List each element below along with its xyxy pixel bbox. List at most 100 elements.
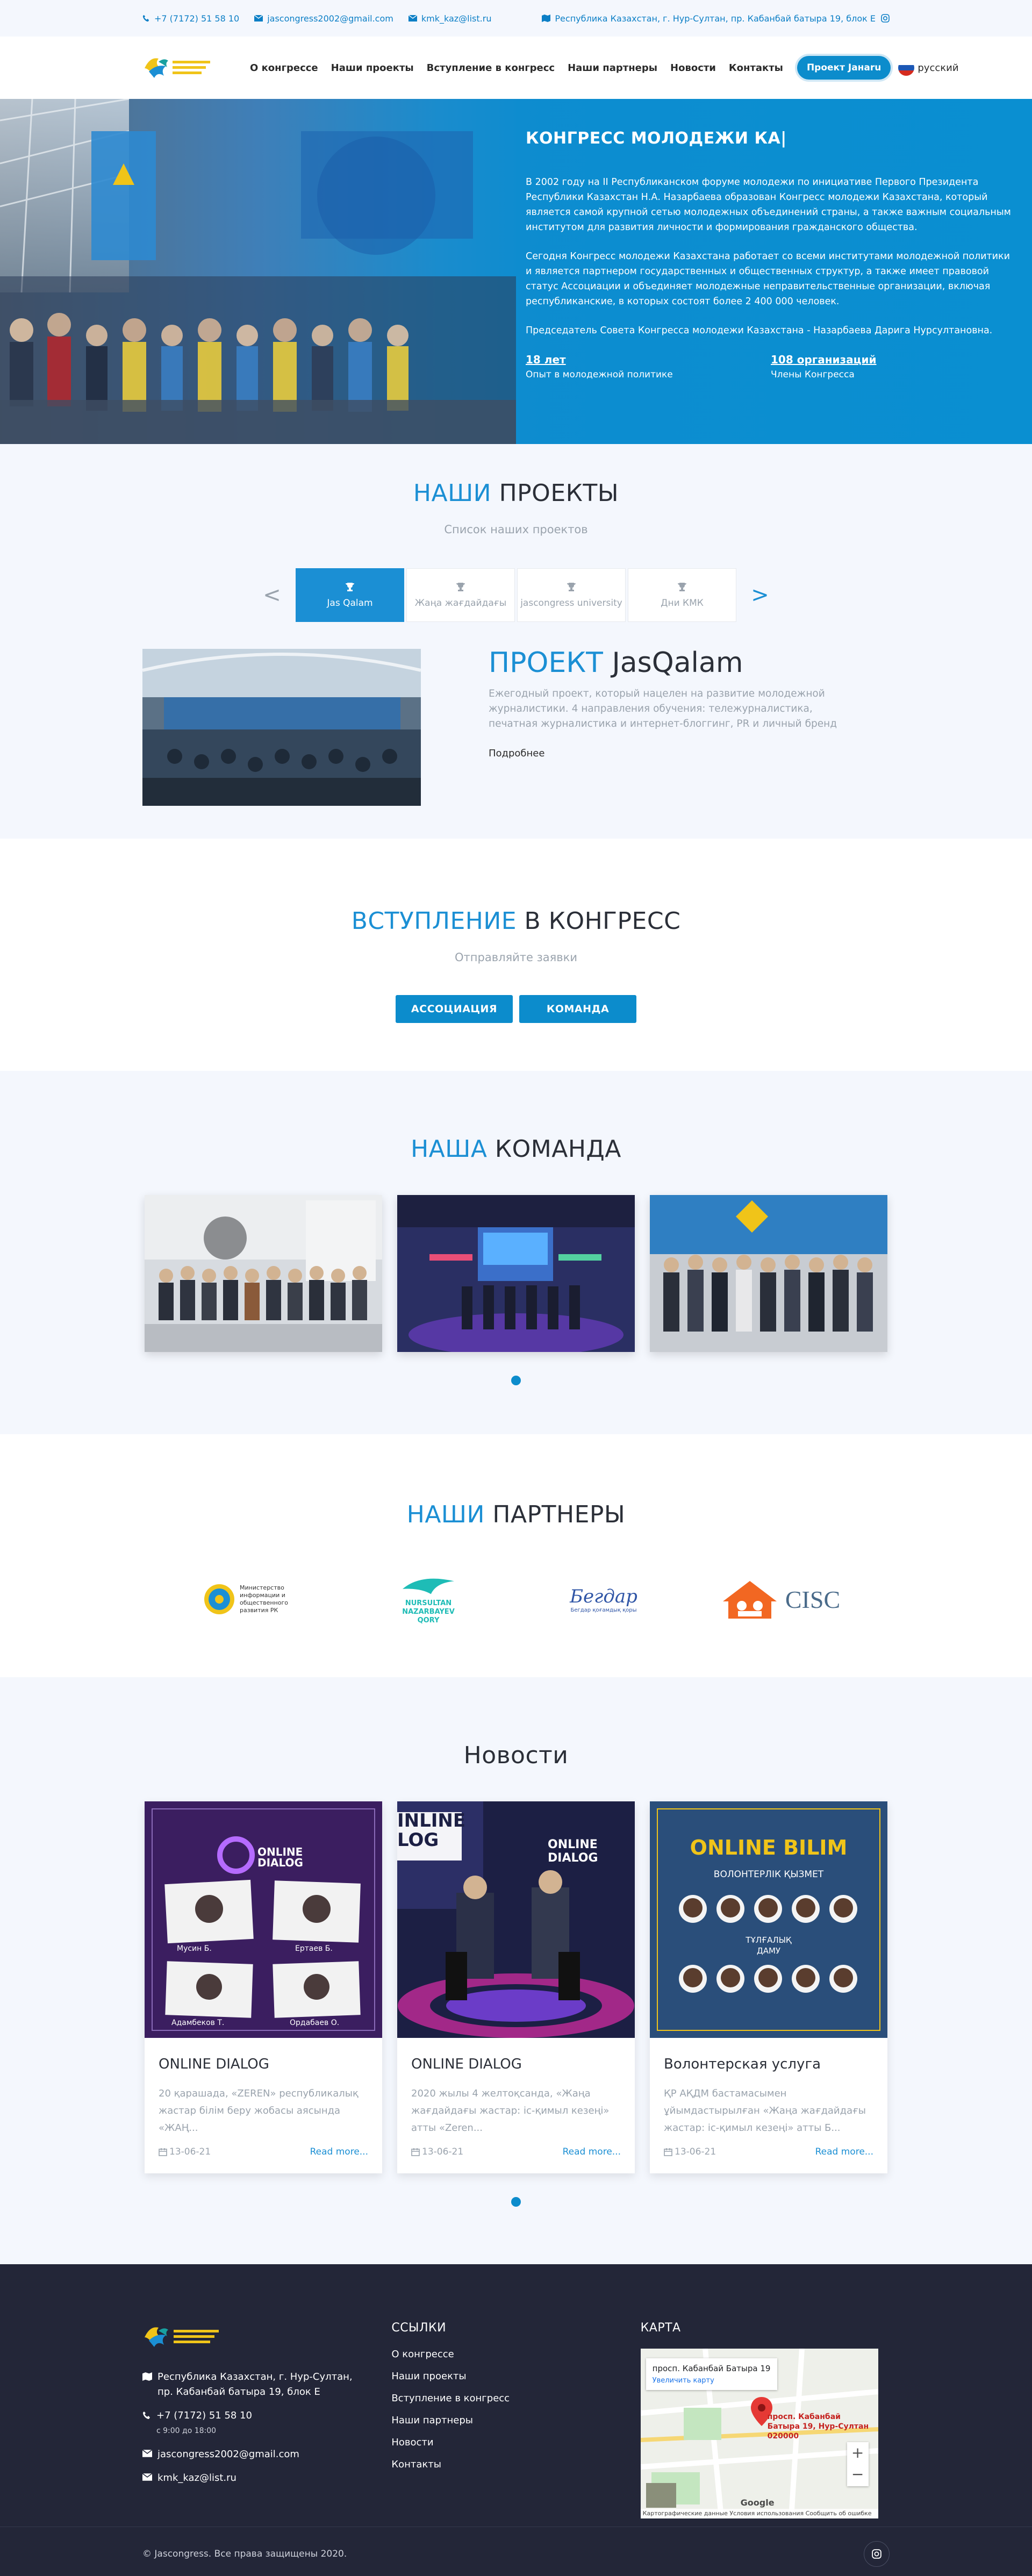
footer-link-partners[interactable]: Наши партнеры [391,2415,640,2426]
envelope-icon [142,2450,152,2457]
partner-cisc-logo[interactable]: CISC [696,1573,862,1625]
footer-phone[interactable]: +7 (7172) 51 58 10 с 9:00 до 18:00 [142,2408,391,2438]
project-button[interactable]: Проект Jaнaru [797,56,891,80]
news-image-2-screen-text: INLINE LOG [397,1810,466,1851]
news-text-3: ҚР АҚДМ бастамасымен ұйымдастырылған «Жа… [664,2088,866,2134]
tab-days-kmk[interactable]: Дни КМК [628,568,736,622]
map-zoom-controls: + − [847,2442,869,2486]
tab-jas-qalam[interactable]: Jas Qalam [296,568,404,622]
footer-link-projects[interactable]: Наши проекты [391,2371,640,2382]
news-date-3-text: 13-06-21 [675,2146,716,2157]
news-carousel: ONLINE DIALOG Мусин Б. Ертаев Б. Адамбек… [0,1801,1032,2173]
map-zoom-in-button[interactable]: + [847,2442,869,2464]
instagram-icon[interactable] [881,14,890,23]
footer-link-contacts[interactable]: Контакты [391,2459,640,2470]
nav-item-projects[interactable]: Наши проекты [331,62,414,74]
team-photo-1[interactable] [145,1195,382,1352]
team-photo-3[interactable] [650,1195,887,1352]
footer-instagram-button[interactable] [864,2541,890,2567]
nav-item-partners[interactable]: Наши партнеры [568,62,657,74]
site-logo[interactable] [142,52,218,83]
team-photo-2[interactable] [397,1195,635,1352]
partner-nazarbayev-fund-logo[interactable]: NURSULTAN NAZARBAYEV QORY [345,1573,512,1625]
news-image-2-text: ONLINE DIALOG [548,1838,598,1865]
trophy-icon [678,583,686,591]
footer-hours: с 9:00 до 18:00 [156,2427,217,2435]
topbar-address-text: Республика Казахстан, г. Нур-Султан, пр.… [555,13,876,24]
hero-paragraph-3: Председатель Совета Конгресса молодежи К… [526,325,993,336]
news-read-more-2[interactable]: Read more... [563,2146,621,2157]
tab-jascongress-university[interactable]: jascongress university [517,568,626,622]
map-enlarge-link[interactable]: Увеличить карту [653,2377,771,2385]
trophy-icon [456,583,465,591]
projects-prev-arrow[interactable]: < [249,583,295,607]
footer-links-title: ССЫЛКИ [391,2321,447,2335]
news-read-more-1[interactable]: Read more... [310,2146,368,2157]
map-icon [542,15,551,22]
projects-subtitle: Список наших проектов [444,523,588,536]
footer-email-1[interactable]: jascongress2002@gmail.com [142,2447,391,2462]
topbar-email-2-text: kmk_kaz@list.ru [421,13,492,24]
calendar-icon [411,2148,420,2156]
news-card-2[interactable]: INLINE LOG ONLINE DIALOG ONLINE DIALOG 20… [397,1801,635,2173]
project-more-link[interactable]: Подробнее [489,748,544,759]
hero-text: КОНГРЕСС МОЛОДЕЖИ КА| В 2002 году на II … [526,129,1016,380]
footer-link-news[interactable]: Новости [391,2437,640,2448]
news-title-1[interactable]: ONLINE DIALOG [159,2056,368,2072]
footer-link-about[interactable]: О конгрессе [391,2349,640,2360]
nav-item-news[interactable]: Новости [670,62,716,74]
partner-cisc-text: CISC [785,1585,841,1613]
language-selector[interactable]: русский [898,60,959,76]
topbar-email-1[interactable]: jascongress2002@gmail.com [254,13,393,24]
news-card-3[interactable]: ONLINE BILIM ВОЛОНТЕРЛІК ҚЫЗМЕТ ТҰЛҒАЛЫҚ… [650,1801,887,2173]
projects-next-arrow[interactable]: > [737,583,783,607]
topbar-phone-text: +7 (7172) 51 58 10 [154,13,240,24]
tab-zhana-zhagdai-label: Жаңа жағдайдағы [414,598,507,609]
topbar-email-2[interactable]: kmk_kaz@list.ru [408,13,492,24]
nav-item-contacts[interactable]: Контакты [729,62,783,74]
news-footer-2: 13-06-21 Read more... [411,2146,621,2157]
embedded-map[interactable]: просп. Кабанбай Батыра 19 Увеличить карт… [640,2349,878,2518]
news-image-3-subtitle: ВОЛОНТЕРЛІК ҚЫЗМЕТ [713,1869,824,1880]
news-date-3: 13-06-21 [664,2146,716,2157]
footer-logo[interactable] [142,2321,391,2353]
tab-zhana-zhagdai[interactable]: Жаңа жағдайдағы [406,568,515,622]
project-title-rest: JasQalam [603,647,743,679]
news-card-1[interactable]: ONLINE DIALOG Мусин Б. Ертаев Б. Адамбек… [145,1801,382,2173]
news-text-1: 20 қарашада, «ZEREN» республикалық жаста… [159,2088,359,2134]
news-read-more-3[interactable]: Read more... [815,2146,873,2157]
map-attribution[interactable]: Картографические данные Условия использо… [640,2509,878,2518]
partner-nazarbayev-text-3: QORY [417,1616,440,1625]
project-detail: ПРОЕКТ JasQalam Ежегодный проект, которы… [142,647,890,806]
join-title: ВСТУПЛЕНИЕ В КОНГРЕСС [0,907,1032,935]
project-image [142,649,421,806]
team-title-rest: КОМАНДА [487,1135,621,1163]
nav-item-about[interactable]: О конгрессе [250,62,318,74]
news-title-3[interactable]: Волонтерская услуга [664,2056,873,2072]
association-button[interactable]: АССОЦИАЦИЯ [396,995,513,1023]
map-zoom-out-button[interactable]: − [847,2464,869,2485]
partner-begdar-logo[interactable]: Бегдар Бегдар қоғамдық қоры [520,1573,687,1625]
phone-icon [142,15,149,22]
news-image-3-title: ONLINE BILIM [690,1836,848,1859]
news-image-3: ONLINE BILIM ВОЛОНТЕРЛІК ҚЫЗМЕТ ТҰЛҒАЛЫҚ… [650,1801,887,2038]
nav-item-join[interactable]: Вступление в конгресс [427,62,555,74]
hero-photo [0,99,516,444]
partner-ministry-logo[interactable]: Министерство информации и общественного … [170,1573,336,1625]
team-button[interactable]: КОМАНДА [519,995,636,1023]
news-carousel-dot[interactable] [511,2197,521,2207]
envelope-icon [142,2473,152,2481]
footer-email-2[interactable]: kmk_kaz@list.ru [142,2471,391,2486]
footer-link-join[interactable]: Вступление в конгресс [391,2393,640,2404]
topbar-phone[interactable]: +7 (7172) 51 58 10 [142,13,239,24]
partner-begdar-small: Бегдар қоғамдық қоры [570,1607,637,1613]
news-title-2[interactable]: ONLINE DIALOG [411,2056,621,2072]
join-subtitle: Отправляйте заявки [455,951,577,964]
news-image-1-name-4: Ордабаев О. [290,2019,340,2027]
partner-logos: Министерство информации и общественного … [0,1573,1032,1625]
news-image-2: INLINE LOG ONLINE DIALOG [397,1801,635,2038]
instagram-icon [872,2549,882,2559]
map-place-name: просп. Кабанбай Батыра 19 [652,2364,771,2373]
team-carousel-dot[interactable] [511,1376,521,1385]
hero-paragraph-2: Сегодня Конгресс молодежи Казахстана раб… [526,251,1010,307]
